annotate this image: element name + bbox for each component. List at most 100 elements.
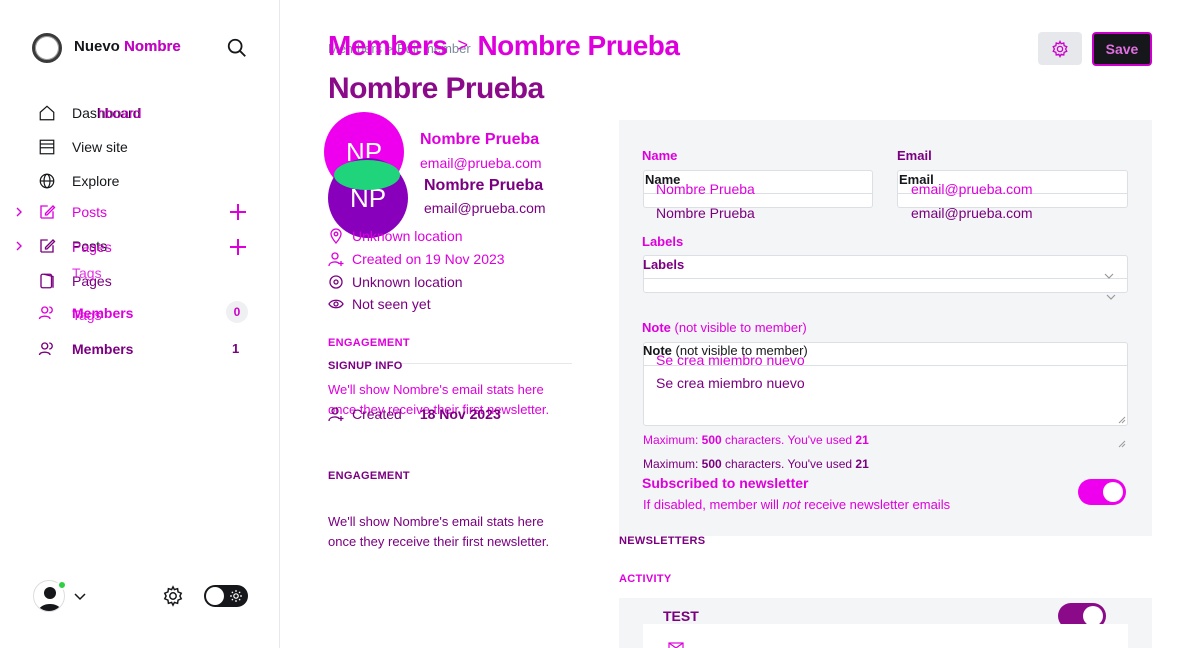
breadcrumb-parent[interactable]: Members bbox=[328, 30, 448, 61]
note-value-duplicate: Se crea miembro nuevo bbox=[656, 375, 805, 391]
sidebar-item-label: Explore bbox=[72, 173, 120, 189]
labels-label-duplicate: Labels bbox=[643, 257, 685, 272]
user-avatar[interactable] bbox=[33, 580, 67, 612]
location-pin-icon bbox=[330, 228, 342, 244]
member-email: email@prueba.com bbox=[420, 155, 542, 171]
toggle-knob bbox=[1083, 606, 1103, 626]
site-name-overlay: Nuevo Nombre bbox=[74, 38, 181, 55]
sidebar-item-view-site[interactable]: View site bbox=[38, 135, 128, 159]
avatar-overlap-shape bbox=[334, 160, 400, 190]
chevron-right-icon[interactable] bbox=[14, 207, 24, 217]
member-location-duplicate: Unknown location bbox=[328, 273, 463, 291]
chevron-down-icon[interactable] bbox=[74, 590, 86, 602]
name-value: Nombre Prueba bbox=[656, 181, 755, 197]
labels-select[interactable] bbox=[643, 255, 1128, 293]
note-char-count: Maximum: 500 characters. You've used 21 bbox=[643, 433, 869, 447]
signup-info-heading: SIGNUP INFO bbox=[328, 360, 403, 372]
user-add-icon bbox=[328, 407, 344, 422]
breadcrumb-separator: > bbox=[457, 35, 468, 55]
sidebar-item-label-ghost: Tags bbox=[72, 307, 102, 323]
site-brand[interactable]: Nuevo Nombre bbox=[32, 33, 181, 63]
members-icon bbox=[38, 306, 53, 320]
signup-created-row: Created 18 Nov 2023 bbox=[328, 405, 501, 423]
add-page-icon[interactable] bbox=[228, 237, 248, 257]
chevron-down-icon[interactable] bbox=[1106, 293, 1116, 301]
location-pin-icon bbox=[329, 275, 343, 289]
note-char-count-duplicate: Maximum: 500 characters. You've used 21 bbox=[643, 457, 869, 471]
tag-icon bbox=[40, 273, 54, 289]
resize-handle-icon[interactable] bbox=[1118, 416, 1126, 424]
chevron-right-icon[interactable] bbox=[14, 241, 24, 251]
edit-icon bbox=[40, 205, 56, 219]
breadcrumb-current: Nombre Prueba bbox=[477, 30, 680, 61]
sidebar-item-label: Pages bbox=[72, 239, 112, 255]
sidebar-item-members-overlay[interactable]: Tags Members bbox=[38, 301, 133, 325]
online-status-dot bbox=[57, 580, 67, 590]
resize-handle-icon[interactable] bbox=[1118, 440, 1126, 448]
sidebar: Nuevo Nombre Nuevo Nombre Dashboard hboa… bbox=[0, 0, 280, 648]
sun-icon bbox=[230, 590, 242, 602]
note-value: Se crea miembro nuevo bbox=[656, 352, 805, 368]
globe-icon bbox=[39, 173, 55, 189]
chevron-down-icon[interactable] bbox=[1104, 272, 1114, 280]
gear-icon bbox=[1052, 39, 1068, 58]
add-post-icon[interactable] bbox=[228, 202, 248, 222]
home-icon bbox=[39, 105, 55, 121]
toggle-knob bbox=[1103, 482, 1123, 502]
newsletter-item-name: TEST bbox=[663, 608, 699, 624]
member-created: Created on 19 Nov 2023 bbox=[328, 250, 505, 268]
name-label: Name bbox=[642, 148, 678, 163]
breadcrumb: Members > Nombre Prueba bbox=[328, 30, 680, 62]
email-label: Email bbox=[897, 148, 932, 163]
member-name: Nombre Prueba bbox=[420, 131, 540, 148]
member-email-duplicate: email@prueba.com bbox=[424, 200, 546, 216]
gear-icon[interactable] bbox=[162, 585, 184, 607]
input-divider bbox=[643, 278, 1128, 279]
newsletters-heading: NEWSLETTERS bbox=[619, 535, 706, 547]
members-count: 1 bbox=[232, 341, 240, 356]
sidebar-item-posts[interactable]: Posts bbox=[38, 200, 107, 224]
sidebar-item-label-overlay: hboard bbox=[98, 105, 142, 121]
email-value: email@prueba.com bbox=[911, 181, 1033, 197]
member-actions-button[interactable] bbox=[1038, 32, 1082, 65]
page-title: Nombre Prueba bbox=[328, 72, 544, 105]
activity-heading: ACTIVITY bbox=[619, 573, 672, 585]
toggle-knob bbox=[206, 587, 224, 605]
newsletter-title: Subscribed to newsletter bbox=[642, 475, 809, 491]
newsletter-hint: If disabled, member will not receive new… bbox=[643, 497, 951, 512]
sidebar-item-tags[interactable]: Tags Pages bbox=[38, 265, 112, 293]
sidebar-item-label: View site bbox=[72, 139, 128, 155]
user-add-icon bbox=[328, 252, 344, 267]
sidebar-item-label-ghost: Tags bbox=[72, 265, 102, 281]
browser-icon bbox=[39, 139, 55, 155]
member-location: Unknown location bbox=[328, 227, 463, 245]
sidebar-item-label: Members bbox=[72, 341, 134, 357]
labels-label: Labels bbox=[642, 234, 684, 249]
search-icon[interactable] bbox=[226, 37, 248, 59]
sidebar-item-dashboard[interactable]: Dashboard hboard bbox=[38, 101, 142, 125]
signup-created-date: 18 Nov 2023 bbox=[419, 406, 501, 422]
members-count-badge: 0 bbox=[226, 301, 248, 323]
eye-icon bbox=[328, 299, 344, 309]
sidebar-item-pages[interactable]: Posts Pages bbox=[38, 234, 112, 258]
pages-icon bbox=[40, 239, 56, 253]
engagement-heading: ENGAGEMENT bbox=[328, 337, 410, 349]
member-name-duplicate: Nombre Prueba bbox=[424, 177, 544, 194]
site-name-overlay-text: Nombre bbox=[124, 38, 181, 55]
newsletter-subscription-toggle[interactable] bbox=[1078, 479, 1126, 505]
member-last-seen: Not seen yet bbox=[328, 295, 431, 313]
note-label: Note (not visible to member) bbox=[642, 320, 807, 335]
engagement-heading-duplicate: ENGAGEMENT bbox=[328, 470, 410, 482]
email-value-duplicate: email@prueba.com bbox=[911, 205, 1033, 221]
signup-created-label: Created bbox=[352, 406, 402, 422]
engagement-note-duplicate: We'll show Nombre's email stats here onc… bbox=[328, 514, 550, 549]
activity-list bbox=[643, 624, 1128, 648]
dark-mode-toggle[interactable] bbox=[204, 585, 248, 607]
sidebar-item-label: Posts bbox=[72, 204, 108, 220]
save-button[interactable]: Save bbox=[1092, 32, 1152, 66]
mail-icon bbox=[668, 642, 684, 648]
members-icon bbox=[38, 342, 53, 356]
name-value-duplicate: Nombre Prueba bbox=[656, 205, 755, 221]
sidebar-item-explore[interactable]: Explore bbox=[38, 169, 119, 193]
sidebar-item-members[interactable]: Members bbox=[38, 337, 133, 361]
